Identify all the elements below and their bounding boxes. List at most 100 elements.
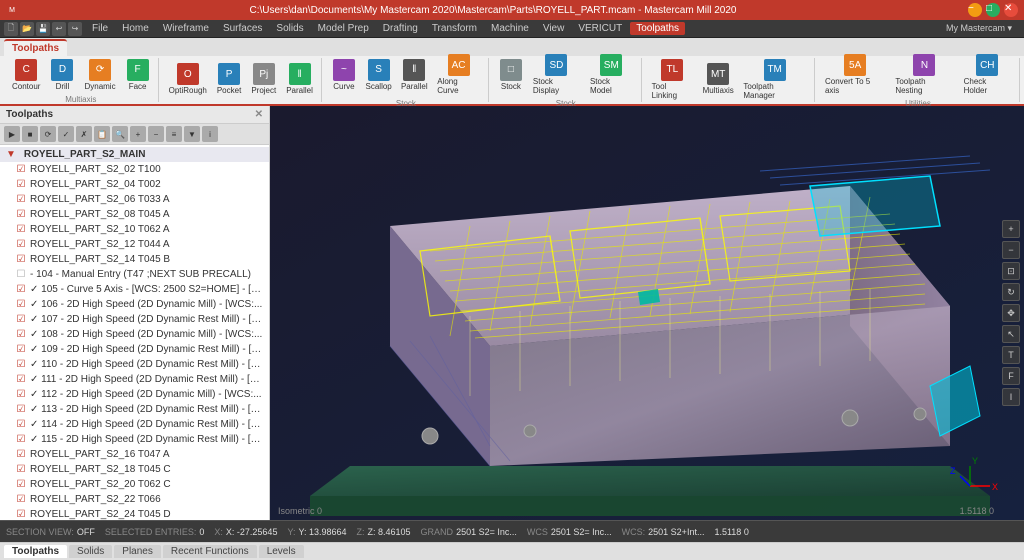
ribbon-btn-face[interactable]: F Face: [122, 57, 154, 93]
toolpath-item-17[interactable]: ☑✓ 112 - 2D High Speed (2D Dynamic Mill)…: [0, 387, 269, 402]
vp-rotate[interactable]: ↻: [1002, 283, 1020, 301]
tp-btn-play[interactable]: ▶: [4, 126, 20, 142]
vp-view-top[interactable]: T: [1002, 346, 1020, 364]
bottom-tab-solids[interactable]: Solids: [69, 545, 112, 558]
bottom-tab-planes[interactable]: Planes: [114, 545, 161, 558]
ribbon-btn-tool-linking[interactable]: TL Tool Linking: [648, 57, 697, 102]
tp-checkbox[interactable]: ☑: [16, 195, 26, 205]
bottom-tab-toolpaths[interactable]: Toolpaths: [4, 545, 67, 558]
vp-zoom-in[interactable]: +: [1002, 220, 1020, 238]
qa-save[interactable]: 💾: [36, 22, 50, 36]
tp-checkbox[interactable]: ☐: [16, 270, 26, 280]
viewport[interactable]: X Y Z + − ⊡ ↻ ✥ ↖ T F I Isometric 0 1.51…: [270, 106, 1024, 520]
toolpath-item-21[interactable]: ☑ROYELL_PART_S2_16 T047 A: [0, 447, 269, 462]
toolpath-item-24[interactable]: ☑ROYELL_PART_S2_22 T066: [0, 492, 269, 507]
tp-checkbox[interactable]: ☑: [16, 390, 26, 400]
menu-wireframe[interactable]: Wireframe: [157, 22, 215, 35]
ribbon-btn-parallel2[interactable]: ‖ Parallel: [397, 57, 431, 93]
menu-model-prep[interactable]: Model Prep: [312, 22, 375, 35]
bottom-tab-recent-functions[interactable]: Recent Functions: [163, 545, 257, 558]
ribbon-btn-dynamic[interactable]: ⟳ Dynamic: [80, 57, 119, 93]
toolpath-item-12[interactable]: ☑✓ 107 - 2D High Speed (2D Dynamic Rest …: [0, 312, 269, 327]
menu-transform[interactable]: Transform: [426, 22, 483, 35]
ribbon-btn-stock-model[interactable]: SM Stock Model: [586, 52, 637, 97]
tp-btn-refresh[interactable]: ⟳: [40, 126, 56, 142]
menu-file[interactable]: File: [86, 22, 114, 35]
toolpath-item-7[interactable]: ☑ROYELL_PART_S2_12 T044 A: [0, 237, 269, 252]
toolpath-item-2[interactable]: ☑ROYELL_PART_S2_02 T100: [0, 162, 269, 177]
ribbon-btn-pocket[interactable]: P Pocket: [213, 61, 245, 97]
toolpath-item-16[interactable]: ☑✓ 111 - 2D High Speed (2D Dynamic Rest …: [0, 372, 269, 387]
ribbon-btn-convert-5axis[interactable]: 5A Convert To 5 axis: [821, 52, 889, 97]
toolpath-item-11[interactable]: ☑✓ 106 - 2D High Speed (2D Dynamic Mill)…: [0, 297, 269, 312]
ribbon-btn-multiaxis-transform[interactable]: MT Multiaxis: [699, 61, 737, 97]
vp-pan[interactable]: ✥: [1002, 304, 1020, 322]
tp-btn-settings[interactable]: ≡: [166, 126, 182, 142]
ribbon-btn-check-holder[interactable]: CH Check Holder: [960, 52, 1015, 97]
ribbon-btn-along-curve[interactable]: AC Along Curve: [433, 52, 484, 97]
qa-undo[interactable]: ↩: [52, 22, 66, 36]
tp-checkbox[interactable]: ☑: [16, 480, 26, 490]
tp-checkbox[interactable]: ☑: [16, 420, 26, 430]
panel-close-btn[interactable]: ✕: [255, 109, 263, 120]
tp-btn-info[interactable]: i: [202, 126, 218, 142]
ribbon-btn-parallel[interactable]: ‖ Parallel: [282, 61, 317, 97]
toolpath-item-25[interactable]: ☑ROYELL_PART_S2_24 T045 D: [0, 507, 269, 520]
ribbon-tab-toolpaths[interactable]: Toolpaths: [4, 39, 67, 56]
tp-checkbox[interactable]: ☑: [16, 435, 26, 445]
ribbon-btn-optirough[interactable]: O OptiRough: [165, 61, 211, 97]
tp-btn-add[interactable]: +: [130, 126, 146, 142]
tp-checkbox[interactable]: ☑: [16, 330, 26, 340]
tp-btn-search[interactable]: 🔍: [112, 126, 128, 142]
tp-btn-stop[interactable]: ■: [22, 126, 38, 142]
ribbon-btn-stock-display[interactable]: SD Stock Display: [529, 52, 584, 97]
toolpath-item-22[interactable]: ☑ROYELL_PART_S2_18 T045 C: [0, 462, 269, 477]
tp-btn-remove[interactable]: −: [148, 126, 164, 142]
tp-checkbox[interactable]: ☑: [16, 180, 26, 190]
tp-btn-copy[interactable]: 📋: [94, 126, 110, 142]
toolpath-item-6[interactable]: ☑ROYELL_PART_S2_10 T062 A: [0, 222, 269, 237]
ribbon-btn-curve[interactable]: ~ Curve: [328, 57, 360, 93]
toolpath-item-15[interactable]: ☑✓ 110 - 2D High Speed (2D Dynamic Rest …: [0, 357, 269, 372]
menu-machine[interactable]: Machine: [485, 22, 535, 35]
tp-checkbox[interactable]: ☑: [16, 210, 26, 220]
toolpath-item-13[interactable]: ☑✓ 108 - 2D High Speed (2D Dynamic Mill)…: [0, 327, 269, 342]
tp-checkbox[interactable]: ☑: [16, 255, 26, 265]
ribbon-btn-nesting[interactable]: N Toolpath Nesting: [891, 52, 957, 97]
tp-btn-uncheck[interactable]: ✗: [76, 126, 92, 142]
tp-checkbox[interactable]: ☑: [16, 165, 26, 175]
bottom-tab-levels[interactable]: Levels: [259, 545, 304, 558]
toolpath-item-8[interactable]: ☑ROYELL_PART_S2_14 T045 B: [0, 252, 269, 267]
toolpath-item-9[interactable]: ☐ - 104 - Manual Entry (T47 ;NEXT SUB PR…: [0, 267, 269, 282]
tp-checkbox[interactable]: ☑: [16, 315, 26, 325]
tp-checkbox[interactable]: ☑: [16, 345, 26, 355]
tp-checkbox[interactable]: ☑: [16, 285, 26, 295]
vp-view-iso[interactable]: I: [1002, 388, 1020, 406]
menu-drafting[interactable]: Drafting: [377, 22, 424, 35]
qa-redo[interactable]: ↪: [68, 22, 82, 36]
tp-checkbox[interactable]: ☑: [16, 405, 26, 415]
toolpath-item-10[interactable]: ☑✓ 105 - Curve 5 Axis - [WCS: 2500 S2=HO…: [0, 282, 269, 297]
minimize-button[interactable]: −: [968, 3, 982, 17]
qa-open[interactable]: 📂: [20, 22, 34, 36]
tp-checkbox[interactable]: ☑: [16, 495, 26, 505]
menu-vericut[interactable]: VERICUT: [572, 22, 628, 35]
vp-zoom-out[interactable]: −: [1002, 241, 1020, 259]
menu-home[interactable]: Home: [116, 22, 155, 35]
tp-checkbox[interactable]: ☑: [16, 510, 26, 520]
toolpath-item-5[interactable]: ☑ROYELL_PART_S2_08 T045 A: [0, 207, 269, 222]
ribbon-btn-toolpath-manager[interactable]: TM Toolpath Manager: [739, 57, 810, 102]
vp-view-front[interactable]: F: [1002, 367, 1020, 385]
tp-checkbox[interactable]: ☑: [16, 375, 26, 385]
tp-checkbox[interactable]: ☑: [16, 225, 26, 235]
vp-select[interactable]: ↖: [1002, 325, 1020, 343]
toolpath-item-4[interactable]: ☑ROYELL_PART_S2_06 T033 A: [0, 192, 269, 207]
tp-btn-check[interactable]: ✓: [58, 126, 74, 142]
toolpath-item-1[interactable]: ▼ROYELL_PART_S2_MAIN: [0, 147, 269, 162]
tp-btn-filter[interactable]: ▼: [184, 126, 200, 142]
toolpath-item-14[interactable]: ☑✓ 109 - 2D High Speed (2D Dynamic Rest …: [0, 342, 269, 357]
menu-solids[interactable]: Solids: [270, 22, 309, 35]
tp-checkbox[interactable]: ☑: [16, 300, 26, 310]
tp-checkbox[interactable]: ☑: [16, 450, 26, 460]
ribbon-btn-stock[interactable]: □ Stock: [495, 57, 527, 93]
